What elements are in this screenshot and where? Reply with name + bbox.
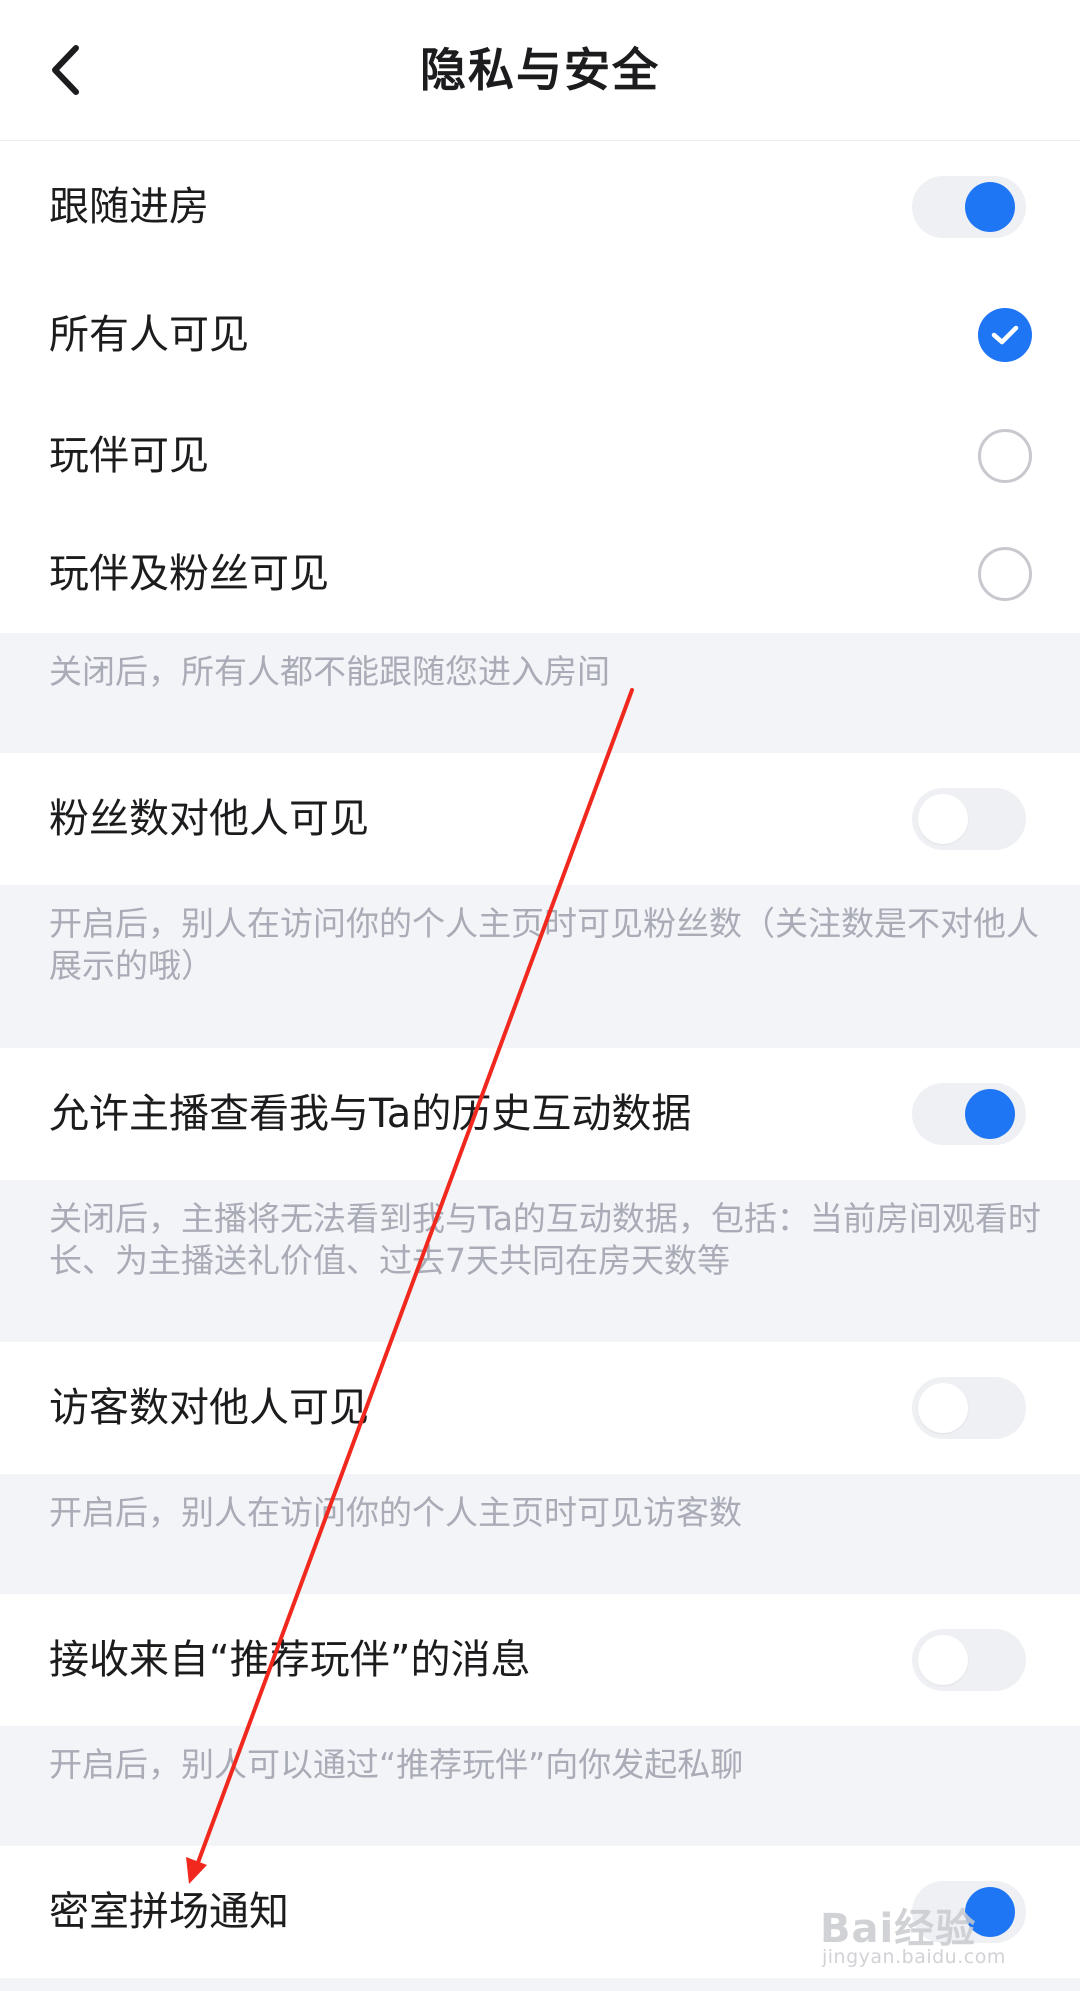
fans-visible-toggle[interactable] [912, 788, 1026, 850]
visitors-visible-label: 访客数对他人可见 [49, 1385, 369, 1431]
toggle-knob [918, 794, 968, 844]
follow-room-note: 关闭后，所有人都不能跟随您进入房间 [0, 633, 1080, 753]
recommend-msgs-label: 接收来自“推荐玩伴”的消息 [49, 1637, 531, 1683]
toggle-knob [965, 182, 1015, 232]
secret-room-label: 密室拼场通知 [49, 1889, 289, 1935]
host-history-row: 允许主播查看我与Ta的历史互动数据 [0, 1048, 1080, 1180]
fans-visible-note: 开启后，别人在访问你的个人主页时可见粉丝数（关注数是不对他人展示的哦） [0, 885, 1080, 1048]
recommend-msgs-row: 接收来自“推荐玩伴”的消息 [0, 1594, 1080, 1726]
option-companions-row[interactable]: 玩伴可见 [0, 397, 1080, 515]
follow-room-toggle[interactable] [912, 176, 1026, 238]
option-companions-label: 玩伴可见 [49, 433, 209, 479]
checkmark-icon [991, 325, 1019, 345]
follow-room-note-text: 关闭后，所有人都不能跟随您进入房间 [49, 652, 610, 691]
visitors-visible-row: 访客数对他人可见 [0, 1342, 1080, 1474]
toggle-knob [965, 1089, 1015, 1139]
follow-room-row: 跟随进房 [0, 141, 1080, 273]
watermark-url: jingyan.baidu.com [822, 1946, 1006, 1968]
host-history-note-text: 关闭后，主播将无法看到我与Ta的互动数据，包括：当前房间观看时长、为主播送礼价值… [49, 1199, 1041, 1280]
follow-room-label: 跟随进房 [49, 184, 209, 230]
host-history-note: 关闭后，主播将无法看到我与Ta的互动数据，包括：当前房间观看时长、为主播送礼价值… [0, 1180, 1080, 1342]
page-title: 隐私与安全 [420, 43, 660, 97]
visitors-visible-note: 开启后，别人在访问你的个人主页时可见访客数 [0, 1474, 1080, 1594]
host-history-label: 允许主播查看我与Ta的历史互动数据 [49, 1091, 692, 1137]
fans-visible-label: 粉丝数对他人可见 [49, 796, 369, 842]
watermark: Bai经验 jingyan.baidu.com [820, 1896, 1030, 1971]
recommend-msgs-note: 开启后，别人可以通过“推荐玩伴”向你发起私聊 [0, 1726, 1080, 1846]
option-everyone-label: 所有人可见 [49, 312, 249, 358]
visitors-visible-toggle[interactable] [912, 1377, 1026, 1439]
toggle-knob [918, 1635, 968, 1685]
option-companions-fans-radio[interactable] [978, 547, 1032, 601]
option-everyone-row[interactable]: 所有人可见 [0, 273, 1080, 397]
option-everyone-radio[interactable] [978, 308, 1032, 362]
fans-visible-note-text: 开启后，别人在访问你的个人主页时可见粉丝数（关注数是不对他人展示的哦） [49, 904, 1039, 985]
recommend-msgs-note-text: 开启后，别人可以通过“推荐玩伴”向你发起私聊 [49, 1745, 744, 1784]
recommend-msgs-toggle[interactable] [912, 1629, 1026, 1691]
nav-header: 隐私与安全 [0, 0, 1080, 141]
option-companions-radio[interactable] [978, 429, 1032, 483]
host-history-toggle[interactable] [912, 1083, 1026, 1145]
bottom-divider [0, 1978, 1080, 1991]
toggle-knob [918, 1383, 968, 1433]
visitors-visible-note-text: 开启后，别人在访问你的个人主页时可见访客数 [49, 1493, 742, 1532]
option-companions-fans-row[interactable]: 玩伴及粉丝可见 [0, 515, 1080, 633]
fans-visible-row: 粉丝数对他人可见 [0, 753, 1080, 885]
option-companions-fans-label: 玩伴及粉丝可见 [49, 551, 329, 597]
